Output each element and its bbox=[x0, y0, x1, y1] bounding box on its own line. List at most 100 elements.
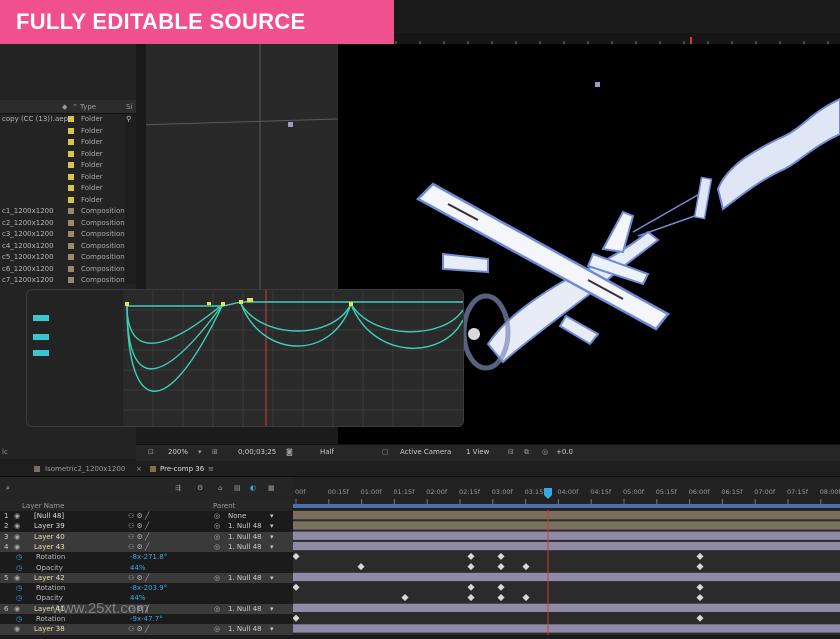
layer-switches[interactable]: ⚇ ⚙ ╱ bbox=[128, 522, 149, 530]
current-time[interactable]: 0;00;03;25 bbox=[238, 448, 276, 456]
stopwatch-icon[interactable]: ◷ bbox=[16, 553, 22, 561]
visibility-eye-icon[interactable]: ◉ bbox=[14, 625, 20, 633]
parent-header[interactable]: Parent bbox=[213, 502, 235, 510]
keyframe[interactable] bbox=[467, 563, 475, 571]
label-color-swatch[interactable] bbox=[68, 139, 74, 145]
selected-layer-chip[interactable] bbox=[33, 334, 49, 340]
project-item[interactable]: copy (CC (13)).aep Folder bbox=[0, 114, 136, 126]
keyframe[interactable] bbox=[497, 583, 505, 591]
label-color-swatch[interactable] bbox=[68, 219, 74, 226]
chevron-down-icon[interactable]: ▾ bbox=[270, 522, 274, 530]
property-name[interactable]: Opacity bbox=[36, 564, 63, 572]
property-name[interactable]: Rotation bbox=[36, 584, 65, 592]
parent-dropdown[interactable]: 1. Null 48 bbox=[228, 533, 262, 541]
pick-whip-icon[interactable]: ◎ bbox=[214, 574, 220, 582]
property-value[interactable]: 44% bbox=[130, 564, 146, 572]
time-ruler[interactable]: 00f 00:15f 01:00f 01:15f 02:00f 02:15f 03:00f 0… bbox=[293, 477, 840, 510]
layer-name[interactable]: Layer 39 bbox=[34, 522, 65, 530]
pick-whip-icon[interactable]: ◎ bbox=[214, 543, 220, 551]
layer-duration-bar[interactable] bbox=[293, 541, 840, 551]
graph-editor-panel[interactable] bbox=[26, 289, 464, 427]
pick-whip-icon[interactable]: ◎ bbox=[214, 625, 220, 633]
frame-blend-icon[interactable]: ▤ bbox=[234, 484, 241, 492]
project-item[interactable]: c4_1200x1200 Composition bbox=[0, 241, 136, 253]
layer-name[interactable]: Layer 38 bbox=[34, 625, 65, 633]
pick-whip-icon[interactable]: ◎ bbox=[214, 533, 220, 541]
property-value[interactable]: -8x-203.9° bbox=[130, 584, 167, 592]
tab-isometric[interactable]: Isometric2_1200x1200 bbox=[45, 465, 125, 473]
property-row[interactable]: Rotation ◷ -8x-271.8° bbox=[0, 552, 293, 562]
parent-dropdown[interactable]: 1. Null 48 bbox=[228, 543, 262, 551]
parent-dropdown[interactable]: None bbox=[228, 512, 246, 520]
chevron-down-icon[interactable]: ▾ bbox=[270, 533, 274, 541]
label-color-swatch[interactable] bbox=[68, 242, 74, 249]
graph-editor-canvas[interactable] bbox=[123, 290, 463, 426]
tab-precomp[interactable]: Pre-comp 36 bbox=[160, 465, 204, 473]
project-item[interactable]: c5_1200x1200 Composition bbox=[0, 252, 136, 264]
pick-whip-icon[interactable]: ◎ bbox=[214, 605, 220, 613]
always-preview-icon[interactable]: ⊡ bbox=[148, 448, 154, 456]
stopwatch-icon[interactable]: ◷ bbox=[16, 594, 22, 602]
layer-row[interactable]: 1 [Null 48] ◉ ⚇ ⚙ ╱ ◎ None ▾ bbox=[0, 511, 293, 521]
parent-dropdown[interactable]: 1. Null 48 bbox=[228, 605, 262, 613]
layer-duration-bar[interactable] bbox=[293, 521, 840, 530]
keyframe[interactable] bbox=[696, 614, 704, 622]
label-color-swatch[interactable] bbox=[68, 116, 74, 122]
snapshot-icon[interactable]: ◙ bbox=[286, 448, 293, 456]
layer-switches[interactable]: ⚇ ⚙ ╱ bbox=[128, 533, 149, 541]
project-item[interactable]: Folder bbox=[0, 195, 136, 207]
toggle-icon[interactable]: ⊟ bbox=[508, 448, 514, 456]
work-area-bar[interactable] bbox=[293, 504, 840, 508]
view-layout-dropdown[interactable]: 1 View bbox=[466, 448, 489, 456]
label-color-swatch[interactable] bbox=[68, 185, 74, 191]
layer-name[interactable]: [Null 48] bbox=[34, 512, 64, 520]
keyframe[interactable] bbox=[292, 583, 300, 591]
chevron-down-icon[interactable]: ▾ bbox=[270, 574, 274, 582]
reset-exposure-icon[interactable]: ◎ bbox=[542, 448, 548, 456]
size-column-header[interactable]: Si bbox=[126, 103, 132, 111]
exposure-value[interactable]: +0.0 bbox=[556, 448, 573, 456]
project-item[interactable]: Folder bbox=[0, 172, 136, 184]
region-icon[interactable]: ▢ bbox=[382, 448, 389, 456]
close-icon[interactable]: × bbox=[136, 465, 142, 473]
project-item[interactable]: Folder bbox=[0, 160, 136, 172]
pick-whip-icon[interactable]: ◎ bbox=[214, 522, 220, 530]
keyframe[interactable] bbox=[467, 583, 475, 591]
chevron-down-icon[interactable]: ▾ bbox=[270, 605, 274, 613]
layer-duration-bar[interactable] bbox=[293, 572, 840, 582]
layer-duration-bar[interactable] bbox=[293, 531, 840, 540]
pick-whip-icon[interactable]: ◎ bbox=[214, 512, 220, 520]
label-color-swatch[interactable] bbox=[68, 231, 74, 237]
chevron-down-icon[interactable]: ▾ bbox=[270, 625, 274, 633]
parent-dropdown[interactable]: 1. Null 48 bbox=[228, 522, 262, 530]
layer-row[interactable]: 4 Layer 43 ◉ ⚇ ⚙ ╱ ◎ 1. Null 48 ▾ bbox=[0, 541, 293, 553]
visibility-eye-icon[interactable]: ◉ bbox=[14, 512, 20, 520]
parent-dropdown[interactable]: 1. Null 48 bbox=[228, 574, 262, 582]
chevron-down-icon[interactable]: ▾ bbox=[270, 512, 274, 520]
layer-duration-bar[interactable] bbox=[293, 511, 840, 520]
property-row[interactable]: Opacity ◷ 44% bbox=[0, 563, 293, 573]
selected-layer-chip[interactable] bbox=[33, 350, 49, 356]
label-color-swatch[interactable] bbox=[68, 277, 74, 283]
layer-duration-bar[interactable] bbox=[293, 624, 840, 633]
graph-editor-icon[interactable]: ▦ bbox=[268, 484, 275, 492]
comp-canvas-left[interactable] bbox=[135, 44, 339, 294]
property-row[interactable]: Rotation ◷ -8x-203.9° bbox=[0, 583, 293, 593]
project-item[interactable]: Folder bbox=[0, 149, 136, 161]
stopwatch-icon[interactable]: ◷ bbox=[16, 564, 22, 572]
layer-row[interactable]: 3 Layer 40 ◉ ⚇ ⚙ ╱ ◎ 1. Null 48 ▾ bbox=[0, 531, 293, 542]
magnification-dropdown[interactable]: 200% bbox=[168, 448, 188, 456]
property-value[interactable]: -8x-271.8° bbox=[130, 553, 167, 561]
resolution-dropdown[interactable]: Half bbox=[320, 448, 334, 456]
keyframe[interactable] bbox=[497, 594, 505, 602]
selected-layer-chip[interactable] bbox=[33, 315, 49, 321]
layer-name[interactable]: Layer 42 bbox=[34, 574, 65, 582]
layer-duration-bar[interactable] bbox=[293, 603, 840, 612]
sort-icon[interactable]: ⌃ bbox=[72, 103, 78, 111]
project-item[interactable]: Folder bbox=[0, 183, 136, 195]
shy-icon[interactable]: ⌂ bbox=[218, 484, 222, 492]
comp-flowchart-icon[interactable]: ⇶ bbox=[175, 484, 181, 492]
parent-dropdown[interactable]: 1. Null 48 bbox=[228, 625, 262, 633]
label-color-swatch[interactable] bbox=[68, 150, 74, 157]
label-color-swatch[interactable] bbox=[68, 265, 74, 272]
